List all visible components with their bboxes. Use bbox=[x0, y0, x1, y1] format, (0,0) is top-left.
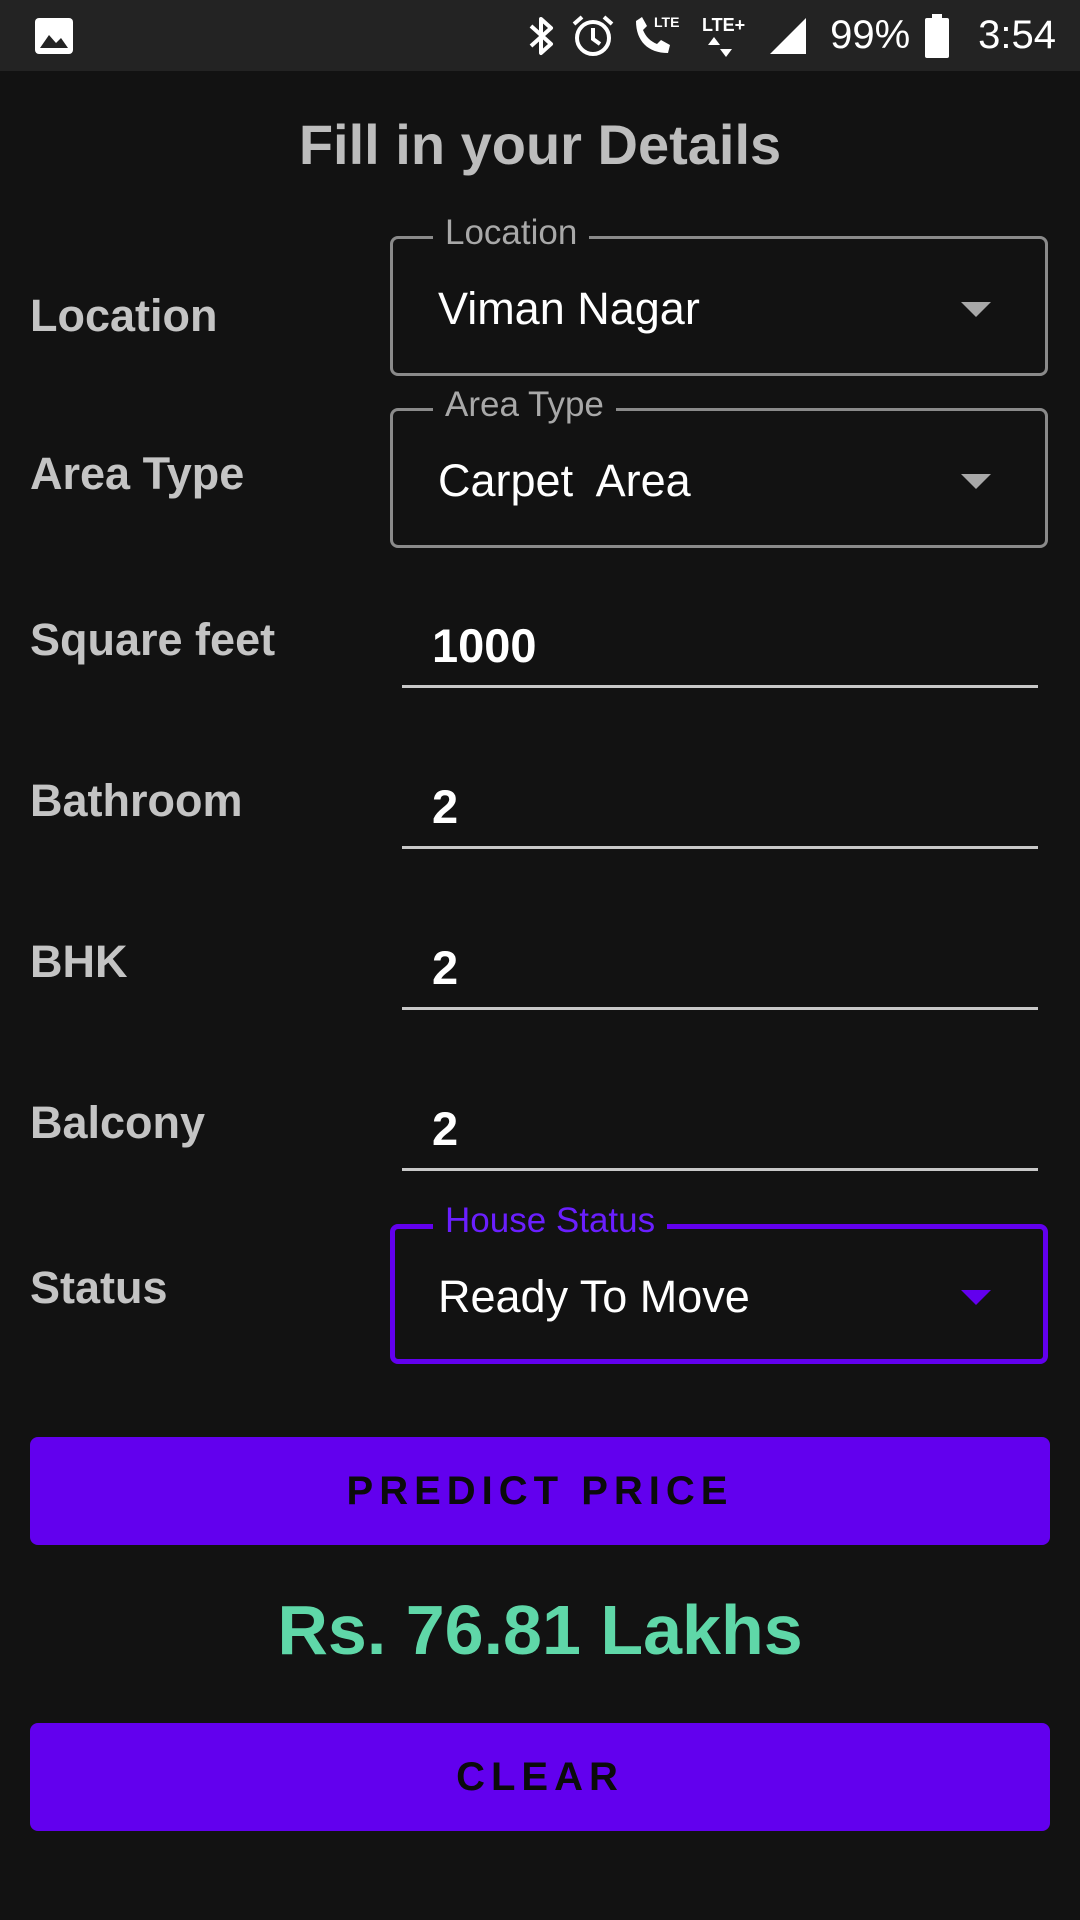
area-type-field-label: Area Type bbox=[433, 385, 616, 425]
location-dropdown[interactable]: Location Viman Nagar bbox=[390, 213, 1048, 376]
svg-text:LTE: LTE bbox=[654, 14, 679, 30]
dropdown-arrow-icon bbox=[961, 302, 991, 317]
alarm-icon bbox=[572, 14, 614, 56]
location-selected-value: Viman Nagar bbox=[438, 283, 700, 334]
balcony-value: 2 bbox=[432, 1102, 459, 1155]
bathroom-value: 2 bbox=[432, 780, 459, 833]
location-field-label: Location bbox=[433, 213, 590, 253]
clock: 3:54 bbox=[978, 13, 1056, 57]
house-status-field-label: House Status bbox=[433, 1201, 668, 1241]
square-feet-label: Square feet bbox=[30, 614, 276, 665]
page-title: Fill in your Details bbox=[298, 113, 782, 176]
bhk-label: BHK bbox=[30, 936, 128, 987]
bathroom-input[interactable]: 2 bbox=[402, 769, 1038, 849]
status-label: Status bbox=[30, 1262, 168, 1313]
volte-call-icon: LTE bbox=[636, 14, 679, 53]
predict-price-button[interactable]: PREDICT PRICE bbox=[30, 1437, 1050, 1545]
bhk-input[interactable]: 2 bbox=[402, 930, 1038, 1010]
bhk-value: 2 bbox=[432, 941, 459, 994]
house-status-selected-value: Ready To Move bbox=[438, 1271, 750, 1322]
balcony-label: Balcony bbox=[30, 1097, 206, 1148]
image-icon bbox=[35, 18, 73, 54]
bathroom-label: Bathroom bbox=[30, 775, 243, 826]
battery-icon bbox=[925, 13, 950, 58]
square-feet-input[interactable]: 1000 bbox=[402, 608, 1038, 688]
predicted-price-text: Rs. 76.81 Lakhs bbox=[277, 1591, 803, 1669]
dropdown-arrow-icon bbox=[961, 474, 991, 489]
location-label: Location bbox=[30, 290, 218, 341]
house-status-dropdown[interactable]: House Status Ready To Move bbox=[390, 1201, 1048, 1364]
area-type-dropdown[interactable]: Area Type Carpet Area bbox=[390, 385, 1048, 548]
area-type-label: Area Type bbox=[30, 448, 245, 499]
clear-button[interactable]: CLEAR bbox=[30, 1723, 1050, 1831]
status-icons: LTE LTE+ 99% 3:54 bbox=[528, 0, 1056, 71]
bluetooth-icon bbox=[529, 16, 554, 55]
battery-percentage: 99% bbox=[830, 13, 911, 57]
square-feet-value: 1000 bbox=[432, 619, 537, 672]
balcony-input[interactable]: 2 bbox=[402, 1091, 1038, 1171]
dropdown-arrow-icon bbox=[961, 1290, 991, 1305]
lte-plus-icon: LTE+ bbox=[702, 15, 745, 57]
svg-text:LTE+: LTE+ bbox=[702, 15, 745, 35]
status-bar: LTE LTE+ 99% 3:54 bbox=[0, 0, 1080, 71]
signal-icon bbox=[770, 17, 807, 54]
area-type-selected-value: Carpet Area bbox=[438, 455, 691, 506]
